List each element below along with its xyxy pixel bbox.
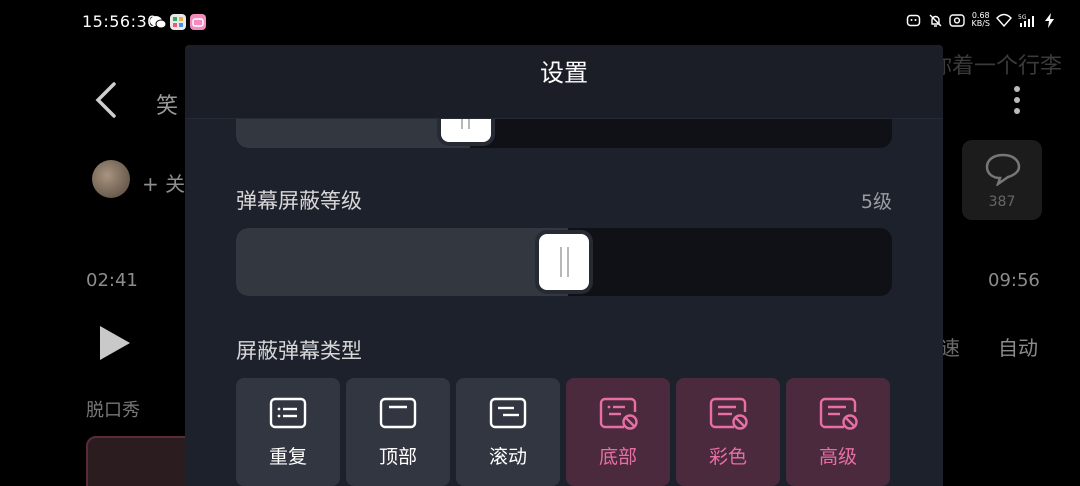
page-title: 设置 — [540, 59, 588, 87]
svg-text:5G: 5G — [1018, 14, 1027, 21]
back-arrow-icon[interactable] — [92, 82, 122, 118]
slider-thumb[interactable] — [539, 234, 589, 290]
charging-icon — [1044, 12, 1054, 28]
avatar[interactable] — [92, 160, 130, 198]
block-level-slider[interactable] — [236, 228, 892, 296]
more-options-icon[interactable] — [1012, 86, 1022, 122]
playback-speed-button[interactable]: 速 — [940, 332, 960, 361]
wifi-icon — [996, 12, 1012, 28]
block-types-label: 屏蔽弹幕类型 — [236, 339, 362, 363]
danmaku-settings-panel: 设置 弹幕屏蔽等级 5级 屏蔽弹幕类型 重复 顶部 滚动 底部 彩色 高级 — [185, 45, 943, 486]
net-speed-unit: KB/S — [971, 19, 990, 28]
video-title: 笑 — [156, 94, 179, 119]
repeat-danmaku-icon — [269, 397, 307, 429]
block-type-scroll-button[interactable]: 滚动 — [456, 378, 560, 486]
status-time: 15:56:30 — [82, 12, 158, 31]
total-time: 09:56 — [988, 270, 1040, 291]
block-type-label: 彩色 — [708, 446, 747, 468]
status-bar: 15:56:30 0.68 KB/S 5G — [0, 0, 1080, 44]
status-indicators: 0.68 KB/S 5G — [905, 12, 1054, 28]
top-danmaku-icon — [379, 397, 417, 429]
comment-button[interactable]: 387 — [962, 140, 1042, 220]
color-danmaku-blocked-icon — [709, 397, 748, 430]
block-type-label: 重复 — [268, 446, 307, 468]
block-level-value: 5级 — [860, 191, 892, 213]
mute-bell-icon — [927, 12, 943, 28]
block-types-grid: 重复 顶部 滚动 底部 彩色 高级 — [236, 378, 892, 486]
block-type-label: 滚动 — [488, 446, 527, 468]
block-type-repeat-button[interactable]: 重复 — [236, 378, 340, 486]
block-type-label: 底部 — [598, 446, 637, 468]
follow-button[interactable]: + 关 — [142, 168, 185, 197]
block-level-label: 弹幕屏蔽等级 — [236, 189, 362, 213]
slider-fill — [236, 228, 568, 296]
comment-count: 387 — [988, 194, 1016, 210]
app-notification-icon — [170, 14, 186, 30]
block-type-label: 高级 — [818, 446, 857, 468]
signal-icon: 5G — [1018, 12, 1038, 28]
current-time: 02:41 — [86, 270, 138, 291]
scrolling-danmaku: 你着一个行李 — [930, 54, 1063, 79]
scroll-danmaku-icon — [489, 397, 527, 429]
block-type-advanced-button[interactable]: 高级 — [786, 378, 890, 486]
auto-quality-button[interactable]: 自动 — [998, 332, 1038, 361]
advanced-danmaku-blocked-icon — [819, 397, 858, 430]
comment-icon — [985, 153, 1021, 186]
robot-icon — [905, 12, 921, 28]
block-type-top-button[interactable]: 顶部 — [346, 378, 450, 486]
wechat-icon — [150, 14, 166, 30]
nfc-icon — [949, 12, 966, 28]
block-type-color-button[interactable]: 彩色 — [676, 378, 780, 486]
bilibili-notification-icon — [190, 14, 206, 30]
panel-header: 设置 — [185, 45, 943, 119]
category-tag[interactable]: 脱口秀 — [86, 396, 140, 422]
network-speed: 0.68 KB/S — [971, 12, 990, 28]
play-icon[interactable] — [98, 324, 132, 362]
block-type-label: 顶部 — [378, 446, 417, 468]
block-type-bottom-button[interactable]: 底部 — [566, 378, 670, 486]
bottom-danmaku-blocked-icon — [599, 397, 638, 430]
